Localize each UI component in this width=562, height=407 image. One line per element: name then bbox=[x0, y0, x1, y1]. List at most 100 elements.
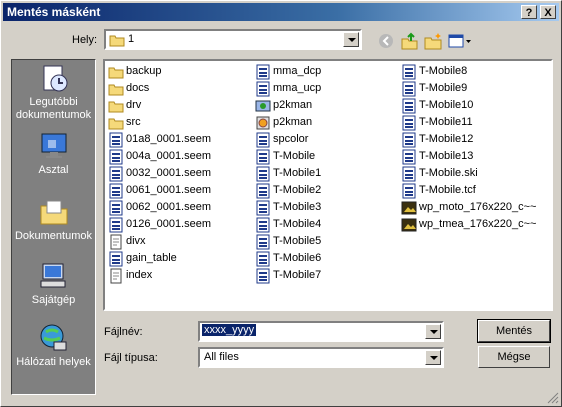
place-network-label: Hálózati helyek bbox=[16, 356, 91, 368]
file-name: spcolor bbox=[273, 133, 309, 145]
help-button[interactable]: ? bbox=[521, 5, 537, 19]
place-desktop[interactable]: Asztal bbox=[12, 130, 95, 177]
file-name: T-Mobile1 bbox=[273, 167, 322, 179]
doc-icon bbox=[402, 183, 416, 199]
file-name: T-Mobile13 bbox=[419, 150, 474, 162]
folder-icon bbox=[108, 84, 124, 96]
my-computer-icon bbox=[40, 263, 65, 288]
file-name: drv bbox=[126, 99, 142, 111]
save-button[interactable]: Mentés bbox=[477, 319, 551, 343]
file-name: T-Mobile5 bbox=[273, 235, 322, 247]
places-bar: Legutóbbi dokumentumok Asztal Dokumentum… bbox=[11, 59, 96, 395]
image-icon bbox=[401, 218, 417, 232]
file-name: 0061_0001.seem bbox=[126, 184, 212, 196]
file-name: T-Mobile.tcf bbox=[419, 184, 476, 196]
doc-icon bbox=[109, 183, 123, 199]
folder-icon bbox=[108, 67, 124, 79]
save-as-dialog: Mentés másként ? X Hely: 1 Legutóbbi dok… bbox=[0, 0, 562, 407]
place-computer[interactable]: Sajátgép bbox=[12, 260, 95, 307]
file-name: 0032_0001.seem bbox=[126, 167, 212, 179]
doc-icon bbox=[109, 217, 123, 233]
folder-icon bbox=[108, 118, 124, 130]
file-name: src bbox=[126, 116, 141, 128]
doc-icon bbox=[402, 98, 416, 114]
filetype-label: Fájl típusa: bbox=[104, 352, 158, 364]
file-name: mma_dcp bbox=[273, 65, 322, 77]
doc-icon bbox=[402, 132, 416, 148]
place-network[interactable]: Hálózati helyek bbox=[12, 322, 95, 369]
file-name: docs bbox=[126, 82, 150, 94]
file-name: gain_table bbox=[126, 252, 177, 264]
file-name: backup bbox=[126, 65, 162, 77]
text-icon bbox=[110, 234, 122, 250]
location-value: 1 bbox=[128, 33, 135, 45]
doc-icon bbox=[256, 166, 270, 182]
doc-icon bbox=[256, 81, 270, 97]
doc-icon bbox=[256, 149, 270, 165]
up-folder-icon[interactable] bbox=[399, 31, 421, 51]
doc-icon bbox=[109, 200, 123, 216]
location-label: Hely: bbox=[72, 34, 98, 46]
location-dropdown-button[interactable] bbox=[343, 32, 359, 47]
view-menu-icon[interactable] bbox=[447, 31, 473, 51]
file-name: 004a_0001.seem bbox=[126, 150, 212, 162]
doc-icon bbox=[256, 217, 270, 233]
doc-icon bbox=[256, 183, 270, 199]
filename-combo[interactable]: xxxx_yyyy bbox=[198, 321, 444, 342]
file-name: T-Mobile10 bbox=[419, 99, 474, 111]
desktop-icon bbox=[41, 133, 66, 158]
place-computer-label: Sajátgép bbox=[31, 294, 76, 306]
text-icon bbox=[110, 268, 122, 284]
cancel-button[interactable]: Mégse bbox=[478, 346, 550, 368]
file-name: T-Mobile11 bbox=[419, 116, 473, 128]
new-folder-icon[interactable] bbox=[423, 31, 445, 51]
place-documents[interactable]: Dokumentumok bbox=[12, 196, 95, 243]
file-name: divx bbox=[126, 235, 146, 247]
setup-icon bbox=[256, 116, 270, 130]
folder-icon bbox=[109, 35, 125, 47]
file-name: T-Mobile4 bbox=[273, 218, 322, 230]
resize-grip-icon[interactable] bbox=[547, 392, 559, 404]
file-name: T-Mobile9 bbox=[419, 82, 468, 94]
back-icon[interactable] bbox=[375, 31, 397, 51]
filename-label: Fájlnév: bbox=[104, 326, 143, 338]
filetype-select[interactable]: All files bbox=[198, 347, 444, 368]
file-name: index bbox=[126, 269, 153, 281]
file-name: T-Mobile12 bbox=[419, 133, 474, 145]
location-combo[interactable]: 1 bbox=[104, 29, 362, 50]
place-recent[interactable]: Legutóbbi dokumentumok bbox=[12, 62, 95, 122]
place-recent-label1: Legutóbbi bbox=[29, 96, 78, 108]
file-name: 01a8_0001.seem bbox=[126, 133, 212, 145]
doc-icon bbox=[256, 200, 270, 216]
filetype-value: All files bbox=[204, 351, 239, 363]
doc-icon bbox=[402, 149, 416, 165]
close-button[interactable]: X bbox=[540, 5, 556, 19]
file-name: T-Mobile.ski bbox=[419, 167, 478, 179]
place-documents-label: Dokumentumok bbox=[14, 230, 93, 242]
doc-icon bbox=[256, 251, 270, 267]
file-name: T-Mobile3 bbox=[273, 201, 322, 213]
filename-input[interactable]: xxxx_yyyy bbox=[202, 324, 257, 336]
folder-icon bbox=[108, 101, 124, 113]
file-name: 0126_0001.seem bbox=[126, 218, 212, 230]
file-name: T-Mobile2 bbox=[273, 184, 322, 196]
app-icon bbox=[255, 100, 271, 112]
doc-icon bbox=[109, 251, 123, 267]
place-recent-label2: dokumentumok bbox=[15, 109, 92, 121]
network-places-icon bbox=[40, 324, 66, 351]
file-list[interactable]: backup docs drv src 01a8_0001.seem 004a_0001.… bbox=[103, 59, 553, 311]
recent-documents-icon bbox=[43, 65, 67, 92]
file-name: wp_tmea_176x220_c~~ bbox=[419, 218, 537, 230]
doc-icon bbox=[402, 64, 416, 80]
doc-icon bbox=[402, 115, 416, 131]
file-name: T-Mobile bbox=[273, 150, 316, 162]
file-name: T-Mobile7 bbox=[273, 269, 322, 281]
file-name: p2kman bbox=[273, 99, 313, 111]
file-name: wp_moto_176x220_c~~ bbox=[419, 201, 537, 213]
title-bar[interactable]: Mentés másként ? X bbox=[3, 3, 559, 21]
filetype-dropdown-button[interactable] bbox=[425, 350, 441, 365]
doc-icon bbox=[109, 166, 123, 182]
doc-icon bbox=[256, 234, 270, 250]
filename-dropdown-button[interactable] bbox=[425, 324, 441, 339]
doc-icon bbox=[256, 132, 270, 148]
